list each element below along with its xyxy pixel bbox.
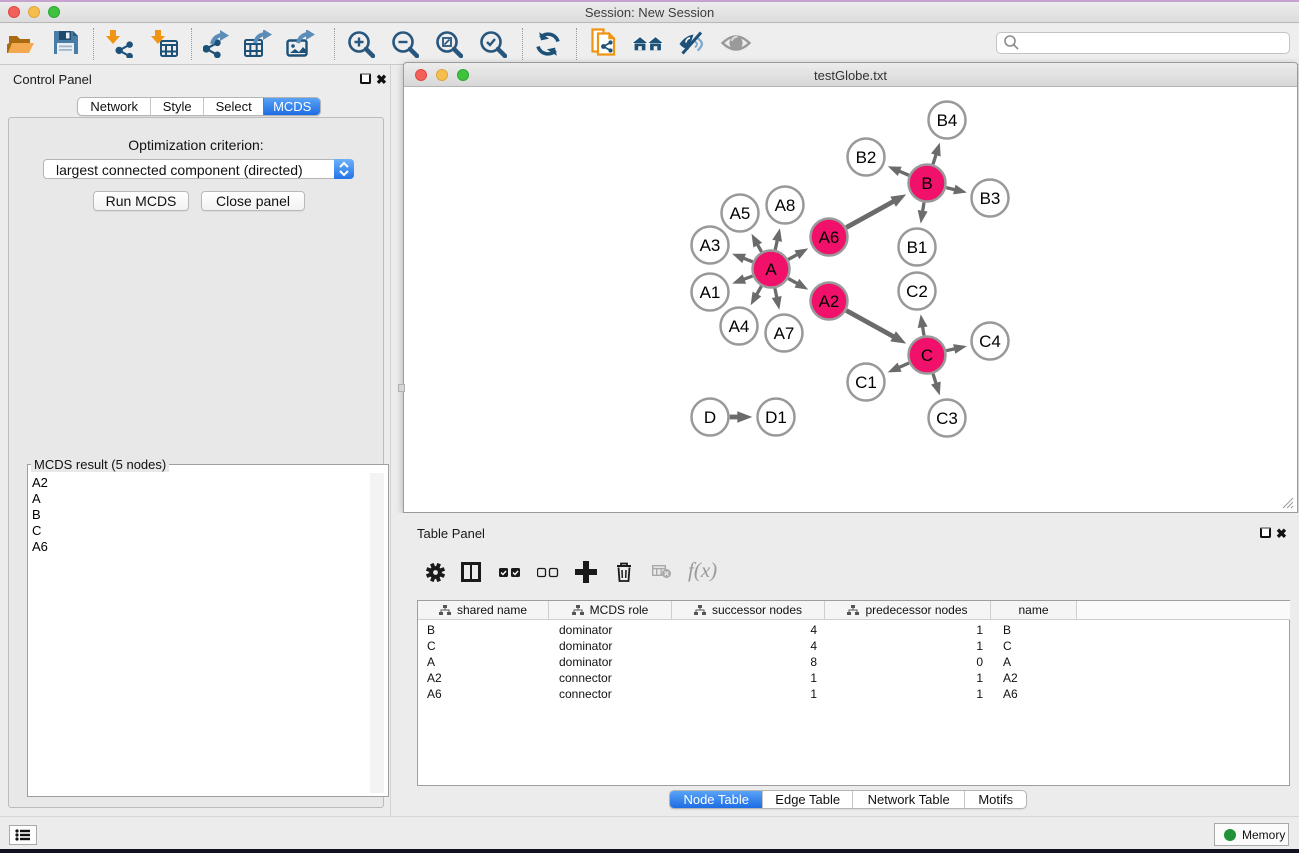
svg-text:A7: A7 [774, 324, 795, 343]
svg-text:D1: D1 [765, 408, 787, 427]
svg-text:B: B [921, 174, 932, 193]
svg-text:A3: A3 [700, 236, 721, 255]
svg-text:D: D [704, 408, 716, 427]
svg-text:A4: A4 [729, 317, 750, 336]
svg-text:B2: B2 [856, 148, 877, 167]
svg-text:C4: C4 [979, 332, 1001, 351]
svg-text:C: C [921, 346, 933, 365]
svg-text:C1: C1 [855, 373, 877, 392]
svg-text:A6: A6 [819, 228, 840, 247]
svg-text:B4: B4 [937, 111, 958, 130]
svg-text:A8: A8 [775, 196, 796, 215]
svg-text:C3: C3 [936, 409, 958, 428]
svg-text:A1: A1 [700, 283, 721, 302]
svg-text:A2: A2 [819, 292, 840, 311]
svg-text:B3: B3 [980, 189, 1001, 208]
svg-text:A5: A5 [730, 204, 751, 223]
svg-text:C2: C2 [906, 282, 928, 301]
svg-text:B1: B1 [907, 238, 928, 257]
svg-text:A: A [765, 260, 777, 279]
